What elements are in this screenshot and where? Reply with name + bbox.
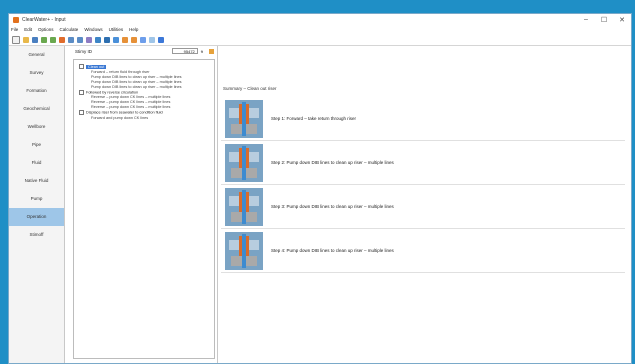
- step-label: Step 4: Pump down DIB lines to clean up …: [271, 248, 394, 253]
- export-icon[interactable]: [95, 36, 101, 43]
- summary-title: Summary – Clean out riser: [223, 86, 277, 91]
- plot-icon[interactable]: [104, 36, 110, 43]
- tree-node-label: Displace riser from seawater to conditio…: [86, 110, 163, 115]
- tree-node-label: Followed by reverse circulation: [86, 90, 139, 94]
- stimy-id-unit: ft: [200, 48, 203, 54]
- sidebar: General Survey Formation Geochemical Wel…: [9, 46, 65, 363]
- sidebar-item-native-fluid[interactable]: Native Fluid: [9, 172, 64, 190]
- expand-collapse-icon[interactable]: [79, 64, 84, 69]
- menu-help[interactable]: Help: [129, 27, 138, 32]
- sidebar-item-stimoff[interactable]: Stimoff: [9, 226, 64, 244]
- tree-node-label: Clean out: [86, 64, 107, 69]
- menu-utilities[interactable]: Utilities: [109, 27, 124, 32]
- rig-diagram-icon: [225, 232, 263, 270]
- calculate-icon[interactable]: [59, 36, 65, 43]
- open-folder-icon[interactable]: [23, 36, 29, 43]
- step-label: Step 2: Pump down DIB lines to clean up …: [271, 160, 394, 165]
- step-label: Step 3: Pump down DIB lines to clean up …: [271, 204, 394, 209]
- sidebar-item-wellbore[interactable]: Wellbore: [9, 118, 64, 136]
- menu-options[interactable]: Options: [38, 27, 54, 32]
- sidebar-item-operation[interactable]: Operation: [9, 208, 64, 226]
- tree-node-label: Reverse – pump down CK lines – multiple …: [91, 105, 171, 109]
- expand-collapse-icon[interactable]: [79, 110, 84, 115]
- step-row[interactable]: Step 3: Pump down DIB lines to clean up …: [221, 186, 625, 229]
- sidebar-item-pipe[interactable]: Pipe: [9, 136, 64, 154]
- filter-icon[interactable]: [209, 48, 214, 54]
- minimize-button[interactable]: –: [577, 16, 595, 23]
- title-bar: ClearWater+ - Input – ☐ ✕: [9, 14, 631, 25]
- sidebar-item-pump[interactable]: Pump: [9, 190, 64, 208]
- back-icon[interactable]: [41, 36, 47, 43]
- tree-node-label: Pump down DIB lines to clean up riser – …: [91, 79, 182, 84]
- tree-node-label: Pump down DIB lines to clean up riser – …: [91, 74, 182, 79]
- tree-node[interactable]: Forward and pump down CK lines: [74, 116, 214, 121]
- step-label: Step 1: Forward – take return through ri…: [271, 116, 357, 121]
- tree-header: Stimy ID 95472 ft: [67, 46, 217, 56]
- step-row[interactable]: Step 2: Pump down DIB lines to clean up …: [221, 142, 625, 185]
- rig-diagram-icon: [225, 188, 263, 226]
- rig-diagram-icon: [225, 144, 263, 182]
- chart-icon[interactable]: [68, 36, 74, 43]
- sidebar-item-general[interactable]: General: [9, 46, 64, 64]
- save-icon[interactable]: [32, 36, 38, 43]
- stimy-id-input[interactable]: 95472: [171, 48, 198, 54]
- layout-icon[interactable]: [149, 36, 155, 43]
- table-icon[interactable]: [77, 36, 83, 43]
- summary-panel: Summary – Clean out riser Step 1: Forwar…: [219, 46, 625, 363]
- close-button[interactable]: ✕: [613, 16, 631, 24]
- grid-icon[interactable]: [113, 36, 119, 43]
- forward-icon[interactable]: [50, 36, 56, 43]
- help-icon[interactable]: [158, 36, 164, 43]
- tree-node-label: Pump down DIB lines to clean up riser – …: [91, 84, 182, 89]
- tool-icon[interactable]: [122, 36, 128, 43]
- rig-diagram-icon: [225, 100, 263, 138]
- sidebar-item-geochemical[interactable]: Geochemical: [9, 100, 64, 118]
- main-content: General Survey Formation Geochemical Wel…: [9, 46, 631, 363]
- tree-node-label: Forward and pump down CK lines: [91, 115, 149, 120]
- menu-windows[interactable]: Windows: [84, 27, 102, 32]
- app-window: ClearWater+ - Input – ☐ ✕ File Edit Opti…: [8, 13, 632, 364]
- window-title: ClearWater+ - Input: [22, 16, 66, 23]
- operation-tree: Clean out Forward – return fluid through …: [73, 59, 215, 359]
- menu-bar: File Edit Options Calculate Windows Util…: [9, 25, 631, 34]
- operation-tree-panel: Stimy ID 95472 ft Clean out Forward – ret…: [67, 46, 218, 363]
- expand-collapse-icon[interactable]: [79, 89, 84, 95]
- view-icon[interactable]: [140, 36, 146, 43]
- toolbar: [9, 34, 631, 46]
- menu-file[interactable]: File: [11, 27, 18, 32]
- report-icon[interactable]: [86, 36, 92, 43]
- step-row[interactable]: Step 1: Forward – take return through ri…: [221, 98, 625, 141]
- sidebar-item-formation[interactable]: Formation: [9, 82, 64, 100]
- new-file-icon[interactable]: [12, 35, 20, 44]
- tree-node-label: Forward – return fluid through riser: [91, 69, 150, 74]
- step-row[interactable]: Step 4: Pump down DIB lines to clean up …: [221, 230, 625, 273]
- menu-calculate[interactable]: Calculate: [60, 27, 79, 32]
- tree-node-label: Reverse – pump down CK lines – multiple …: [91, 100, 171, 104]
- app-logo-icon: [13, 16, 19, 23]
- menu-edit[interactable]: Edit: [24, 27, 32, 32]
- tree-node-label: Reverse – pump down CK lines – multiple …: [91, 95, 171, 99]
- sidebar-item-fluid[interactable]: Fluid: [9, 154, 64, 172]
- tool2-icon[interactable]: [131, 36, 137, 43]
- maximize-button[interactable]: ☐: [595, 16, 613, 24]
- stimy-id-label: Stimy ID: [75, 48, 93, 54]
- sidebar-item-survey[interactable]: Survey: [9, 64, 64, 82]
